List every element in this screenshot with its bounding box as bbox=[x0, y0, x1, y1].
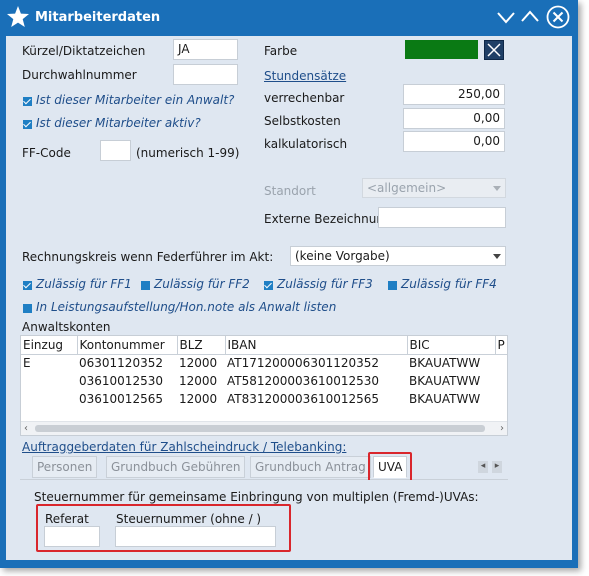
verrechenbar-input[interactable]: 250,00 bbox=[403, 84, 505, 105]
uva-tab-highlight bbox=[368, 452, 412, 482]
ff2-label: Zulässig für FF2 bbox=[154, 277, 250, 291]
ff2-checkbox[interactable] bbox=[141, 281, 150, 290]
tab-grundbuch-antrag[interactable]: Grundbuch Antrag bbox=[250, 456, 371, 478]
rechnungskreis-value: (keine Vorgabe) bbox=[295, 249, 390, 263]
col-iban[interactable]: IBAN bbox=[225, 336, 408, 355]
cell-iban: AT831200003610012565 bbox=[227, 392, 380, 406]
aktiv-label: Ist dieser Mitarbeiter aktiv? bbox=[36, 116, 201, 130]
ff4-checkbox[interactable] bbox=[388, 281, 397, 290]
col-bic[interactable]: BIC bbox=[407, 336, 496, 355]
title-bar[interactable]: Mitarbeiterdaten bbox=[0, 0, 578, 36]
steuernummer-highlight bbox=[36, 504, 291, 552]
col-p[interactable]: P bbox=[495, 336, 507, 355]
tab-scroll-left-icon[interactable]: ◂ bbox=[478, 461, 488, 473]
aktiv-checkbox[interactable] bbox=[23, 120, 32, 129]
chevron-down-icon bbox=[493, 254, 501, 259]
cell-bic: BKAUATWW bbox=[409, 356, 481, 371]
standort-select[interactable]: <allgemein> bbox=[362, 178, 506, 198]
cell-p bbox=[495, 372, 507, 390]
cell-kontonummer: 03610012530 bbox=[79, 374, 163, 388]
horizontal-scrollbar[interactable]: ‹ › bbox=[21, 421, 507, 435]
anwalt-label: Ist dieser Mitarbeiter ein Anwalt? bbox=[36, 93, 235, 107]
kalkulatorisch-label: kalkulatorisch bbox=[264, 137, 348, 151]
leistung-checkbox[interactable] bbox=[23, 304, 32, 313]
ffcode-label: FF-Code bbox=[22, 146, 71, 160]
scroll-right-icon[interactable]: › bbox=[500, 423, 504, 434]
chevron-down-icon bbox=[493, 186, 501, 191]
durchwahl-label: Durchwahlnummer bbox=[22, 68, 137, 82]
selbstkosten-label: Selbstkosten bbox=[264, 114, 341, 128]
accounts-grid: Einzug Kontonummer BLZ IBAN BIC P E 0630… bbox=[21, 336, 507, 408]
verrechenbar-label: verrechenbar bbox=[264, 91, 345, 105]
kuerzel-label: Kürzel/Diktatzeichen bbox=[22, 44, 146, 58]
anwaltskonten-table[interactable]: Einzug Kontonummer BLZ IBAN BIC P E 0630… bbox=[20, 335, 508, 436]
ffcode-hint: (numerisch 1-99) bbox=[136, 146, 240, 160]
farbe-label: Farbe bbox=[264, 44, 298, 58]
tab-personen[interactable]: Personen bbox=[32, 456, 98, 478]
externe-label: Externe Bezeichnun bbox=[264, 212, 384, 226]
cell-p bbox=[495, 354, 507, 372]
ff3-checkbox[interactable] bbox=[264, 281, 273, 290]
scrollbar-thumb[interactable] bbox=[35, 425, 485, 432]
selbstkosten-input[interactable]: 0,00 bbox=[403, 108, 505, 129]
ff3-label: Zulässig für FF3 bbox=[277, 277, 373, 291]
ffcode-input[interactable] bbox=[100, 140, 131, 161]
scroll-left-icon[interactable]: ‹ bbox=[24, 423, 28, 434]
ff1-label: Zulässig für FF1 bbox=[36, 277, 132, 291]
dialog-window: Mitarbeiterdaten Kürzel/Diktatzeichen JA… bbox=[0, 0, 578, 568]
tab-scroll-right-icon[interactable]: ▸ bbox=[492, 461, 502, 473]
star-icon bbox=[7, 6, 29, 27]
table-row[interactable]: E 06301120352 12000 AT171200006301120352… bbox=[21, 354, 507, 372]
chevron-up-icon[interactable] bbox=[519, 6, 541, 28]
chevron-down-icon[interactable] bbox=[495, 6, 517, 28]
durchwahl-input[interactable] bbox=[173, 64, 238, 85]
cell-einzug bbox=[21, 372, 77, 390]
ff1-checkbox[interactable] bbox=[23, 281, 32, 290]
auftraggeber-heading: Auftraggeberdaten für Zahlscheindruck / … bbox=[22, 440, 347, 454]
ff4-label: Zulässig für FF4 bbox=[401, 277, 497, 291]
cell-bic: BKAUATWW bbox=[409, 374, 481, 388]
window-title: Mitarbeiterdaten bbox=[35, 10, 161, 25]
cell-blz: 12000 bbox=[179, 356, 218, 371]
uva-heading: Steuernummer für gemeinsame Einbringung … bbox=[34, 490, 479, 504]
cell-blz: 12000 bbox=[179, 374, 218, 388]
anwaltskonten-heading: Anwaltskonten bbox=[22, 320, 111, 334]
col-kontonummer[interactable]: Kontonummer bbox=[77, 336, 178, 355]
close-icon[interactable] bbox=[546, 5, 570, 29]
stundensaetze-heading: Stundensätze bbox=[264, 69, 347, 83]
rechnungskreis-select[interactable]: (keine Vorgabe) bbox=[290, 246, 506, 266]
farbe-swatch[interactable] bbox=[405, 40, 478, 59]
rechnungskreis-label: Rechnungskreis wenn Federführer im Akt: bbox=[22, 250, 274, 264]
form-body: Kürzel/Diktatzeichen JA Durchwahlnummer … bbox=[6, 36, 522, 560]
clear-icon bbox=[487, 43, 501, 57]
table-row[interactable]: 03610012530 12000 AT581200003610012530 B… bbox=[21, 372, 507, 390]
tab-grundbuch-gebuehren[interactable]: Grundbuch Gebühren bbox=[106, 456, 246, 478]
cell-iban: AT171200006301120352 bbox=[227, 356, 380, 371]
farbe-clear-button[interactable] bbox=[484, 40, 504, 60]
standort-value: <allgemein> bbox=[367, 181, 447, 195]
cell-kontonummer: 06301120352 bbox=[79, 356, 163, 371]
uva-panel: Steuernummer für gemeinsame Einbringung … bbox=[20, 480, 508, 560]
cell-einzug: E bbox=[23, 356, 31, 371]
externe-input[interactable] bbox=[378, 207, 506, 228]
cell-iban: AT581200003610012530 bbox=[227, 374, 380, 388]
right-gutter bbox=[522, 36, 572, 560]
table-header-row: Einzug Kontonummer BLZ IBAN BIC P bbox=[21, 336, 507, 355]
cell-einzug bbox=[21, 390, 77, 408]
kuerzel-input[interactable]: JA bbox=[173, 39, 238, 60]
table-row[interactable]: 03610012565 12000 AT831200003610012565 B… bbox=[21, 390, 507, 408]
cell-bic: BKAUATWW bbox=[409, 392, 481, 406]
cell-kontonummer: 03610012565 bbox=[79, 392, 163, 406]
kalkulatorisch-input[interactable]: 0,00 bbox=[403, 131, 505, 152]
col-blz[interactable]: BLZ bbox=[177, 336, 226, 355]
anwalt-checkbox[interactable] bbox=[23, 97, 32, 106]
cell-p bbox=[495, 390, 507, 408]
standort-label: Standort bbox=[264, 184, 316, 198]
leistung-label: In Leistungsaufstellung/Hon.note als Anw… bbox=[36, 300, 337, 314]
cell-blz: 12000 bbox=[179, 392, 218, 406]
col-einzug[interactable]: Einzug bbox=[21, 336, 78, 355]
